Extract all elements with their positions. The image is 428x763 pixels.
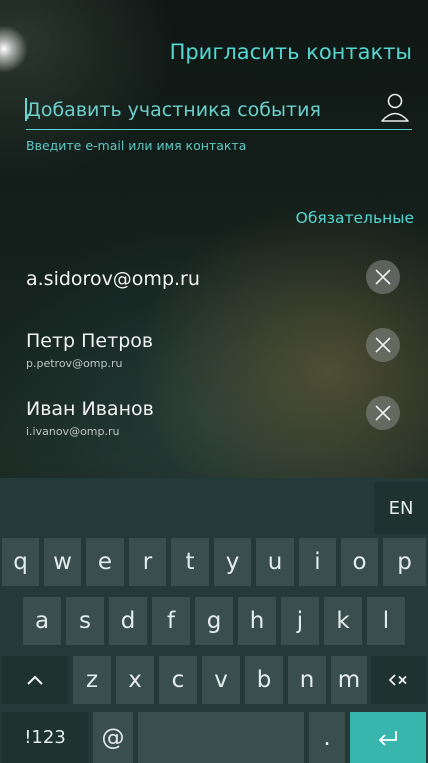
key-m[interactable]: m	[331, 656, 367, 704]
key-s[interactable]: s	[66, 597, 104, 645]
close-icon	[375, 269, 391, 285]
shift-key[interactable]	[2, 656, 68, 704]
key-l[interactable]: l	[367, 597, 405, 645]
contact-item[interactable]: a.sidorov@omp.ru	[26, 260, 412, 318]
person-icon[interactable]	[378, 92, 412, 124]
key-k[interactable]: k	[324, 597, 362, 645]
key-v[interactable]: v	[202, 656, 240, 704]
key-f[interactable]: f	[152, 597, 190, 645]
remove-contact-button[interactable]	[366, 396, 400, 430]
contact-item[interactable]: Петр Петров p.petrov@omp.ru	[26, 328, 412, 380]
key-e[interactable]: e	[86, 538, 124, 586]
page-title: Пригласить контакты	[169, 40, 412, 64]
remove-contact-button[interactable]	[366, 260, 400, 294]
key-x[interactable]: x	[116, 656, 154, 704]
backspace-key[interactable]	[371, 656, 426, 704]
section-title-required: Обязательные	[295, 209, 414, 227]
key-q[interactable]: q	[2, 538, 39, 586]
key-n[interactable]: n	[288, 656, 326, 704]
key-u[interactable]: u	[256, 538, 294, 586]
space-key[interactable]	[138, 712, 304, 763]
enter-key[interactable]	[350, 712, 426, 763]
key-t[interactable]: t	[171, 538, 209, 586]
key-h[interactable]: h	[238, 597, 276, 645]
close-icon	[375, 405, 391, 421]
key-c[interactable]: c	[159, 656, 197, 704]
text-cursor	[25, 98, 27, 121]
enter-icon	[378, 730, 397, 746]
add-participant-row	[25, 92, 412, 130]
period-key[interactable]: .	[309, 712, 345, 763]
invite-contacts-screen: Пригласить контакты Введите e-mail или и…	[0, 0, 428, 763]
contact-email: i.ivanov@omp.ru	[26, 425, 120, 438]
key-r[interactable]: r	[129, 538, 166, 586]
backspace-icon	[388, 674, 407, 686]
add-participant-input[interactable]	[26, 92, 366, 128]
contact-name: Иван Иванов	[26, 398, 154, 420]
key-o[interactable]: o	[341, 538, 378, 586]
key-g[interactable]: g	[195, 597, 233, 645]
key-y[interactable]: y	[214, 538, 251, 586]
contact-item[interactable]: Иван Иванов i.ivanov@omp.ru	[26, 396, 412, 448]
language-key[interactable]: EN	[374, 482, 428, 534]
key-a[interactable]: a	[23, 597, 61, 645]
input-underline	[26, 129, 412, 130]
add-participant-hint: Введите e-mail или имя контакта	[26, 138, 247, 153]
key-p[interactable]: p	[383, 538, 426, 586]
light-glow	[0, 25, 28, 73]
key-w[interactable]: w	[44, 538, 81, 586]
key-j[interactable]: j	[281, 597, 319, 645]
contact-name: a.sidorov@omp.ru	[26, 268, 200, 290]
key-b[interactable]: b	[245, 656, 283, 704]
virtual-keyboard: EN q w e r t y u i o p a s d f g h j k l…	[0, 478, 428, 763]
contact-email: p.petrov@omp.ru	[26, 357, 123, 370]
symbols-key[interactable]: !123	[2, 712, 88, 763]
key-z[interactable]: z	[73, 656, 111, 704]
remove-contact-button[interactable]	[366, 328, 400, 362]
chevron-up-icon	[27, 675, 43, 685]
key-i[interactable]: i	[299, 538, 336, 586]
contact-name: Петр Петров	[26, 330, 154, 352]
at-key[interactable]: @	[93, 712, 133, 763]
close-icon	[375, 337, 391, 353]
key-d[interactable]: d	[109, 597, 147, 645]
